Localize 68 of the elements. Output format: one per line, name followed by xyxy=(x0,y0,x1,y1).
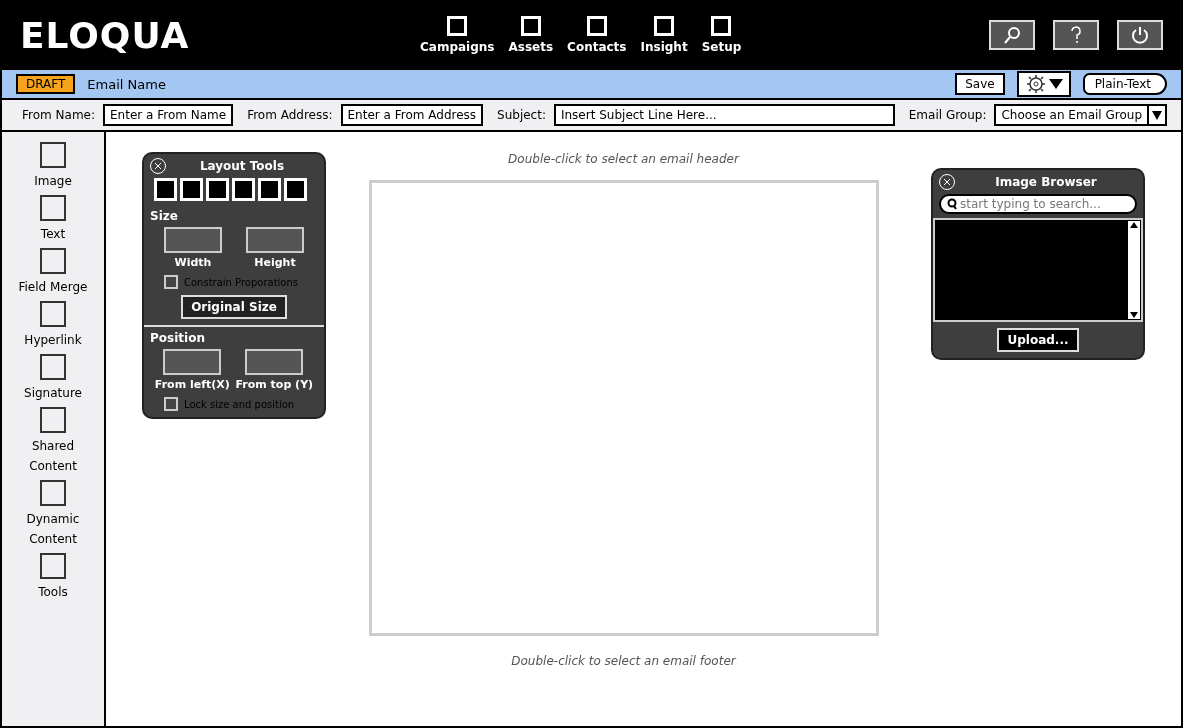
field-label: From Address: xyxy=(247,108,333,122)
scroll-down-icon[interactable] xyxy=(1128,311,1140,319)
panel-title: Image Browser xyxy=(994,175,1098,189)
search-icon xyxy=(1002,25,1022,45)
section-heading: Size xyxy=(149,208,179,225)
sidebar-item[interactable]: Signature xyxy=(13,354,93,403)
logo: ELOQUA xyxy=(20,14,191,56)
field-label: Height xyxy=(254,256,296,269)
nav-item[interactable]: Insight xyxy=(640,16,688,54)
input-field[interactable]: Enter a From Address xyxy=(340,104,484,126)
field-label: Email Group: xyxy=(908,108,987,122)
input-field[interactable] xyxy=(164,227,222,253)
nav-item[interactable]: Assets xyxy=(508,16,554,54)
header-hint: Double-click to select an email header xyxy=(508,152,739,166)
field-label: Width xyxy=(174,256,212,269)
layout-button[interactable] xyxy=(180,178,203,201)
input-field[interactable] xyxy=(245,349,304,375)
search-field[interactable]: start typing to search... xyxy=(939,194,1137,214)
sidebar-item[interactable]: Shared Content xyxy=(13,407,93,476)
caret-icon xyxy=(1152,110,1162,120)
footer-hint: Double-click to select an email footer xyxy=(511,654,736,668)
scroll-up-icon[interactable] xyxy=(1128,221,1140,229)
checkbox-label: Constrain Proporations xyxy=(184,276,299,288)
input-field[interactable] xyxy=(246,227,304,253)
upload-button[interactable]: Upload... xyxy=(997,328,1079,352)
close-icon xyxy=(154,162,162,170)
caret-icon xyxy=(1048,78,1063,90)
input-field[interactable] xyxy=(163,349,222,375)
help-icon xyxy=(1070,25,1082,45)
search-button[interactable] xyxy=(989,20,1035,50)
section-heading: Position xyxy=(149,330,206,347)
nav-item[interactable]: Setup xyxy=(701,16,742,54)
settings-icon xyxy=(1024,74,1047,94)
email-name: Email Name xyxy=(87,76,166,92)
sidebar-item[interactable]: Field Merge xyxy=(13,248,93,297)
status-badge: DRAFT xyxy=(16,74,76,94)
field-label: Subject: xyxy=(497,108,546,122)
sidebar-item[interactable]: Hyperlink xyxy=(13,301,93,350)
save-button[interactable]: Save xyxy=(955,73,1005,95)
layout-button[interactable] xyxy=(206,178,229,201)
settings-dropdown[interactable] xyxy=(1016,71,1071,97)
layout-button[interactable] xyxy=(154,178,177,201)
panel-title: Layout Tools xyxy=(198,159,286,173)
dropdown[interactable]: Choose an Email Group xyxy=(994,104,1167,126)
nav-item[interactable]: Contacts xyxy=(567,16,627,54)
search-icon xyxy=(947,198,957,210)
input-field[interactable]: Enter a From Name xyxy=(103,104,234,126)
sidebar-item[interactable]: Tools xyxy=(13,553,93,602)
nav-item[interactable]: Campaigns xyxy=(420,16,495,54)
field-label: From top (Y) xyxy=(235,378,314,391)
layout-button[interactable] xyxy=(284,178,307,201)
sidebar-item[interactable]: Text xyxy=(13,195,93,244)
checkbox[interactable] xyxy=(164,397,178,411)
field-label: From left(X) xyxy=(154,378,230,391)
original-size-button[interactable]: Original Size xyxy=(181,295,287,319)
power-icon xyxy=(1130,25,1150,45)
scrollbar[interactable] xyxy=(1127,220,1141,320)
sidebar-item[interactable]: Dynamic Content xyxy=(13,480,93,549)
help-button[interactable] xyxy=(1053,20,1099,50)
checkbox[interactable] xyxy=(164,275,178,289)
close-icon xyxy=(943,178,951,186)
layout-button[interactable] xyxy=(258,178,281,201)
power-button[interactable] xyxy=(1117,20,1163,50)
sidebar-item[interactable]: Image xyxy=(13,142,93,191)
input-field[interactable]: Insert Subject Line Here... xyxy=(553,104,895,126)
layout-button[interactable] xyxy=(232,178,255,201)
plain-text-button[interactable]: Plain-Text xyxy=(1082,73,1167,95)
field-label: From Name: xyxy=(22,108,95,122)
